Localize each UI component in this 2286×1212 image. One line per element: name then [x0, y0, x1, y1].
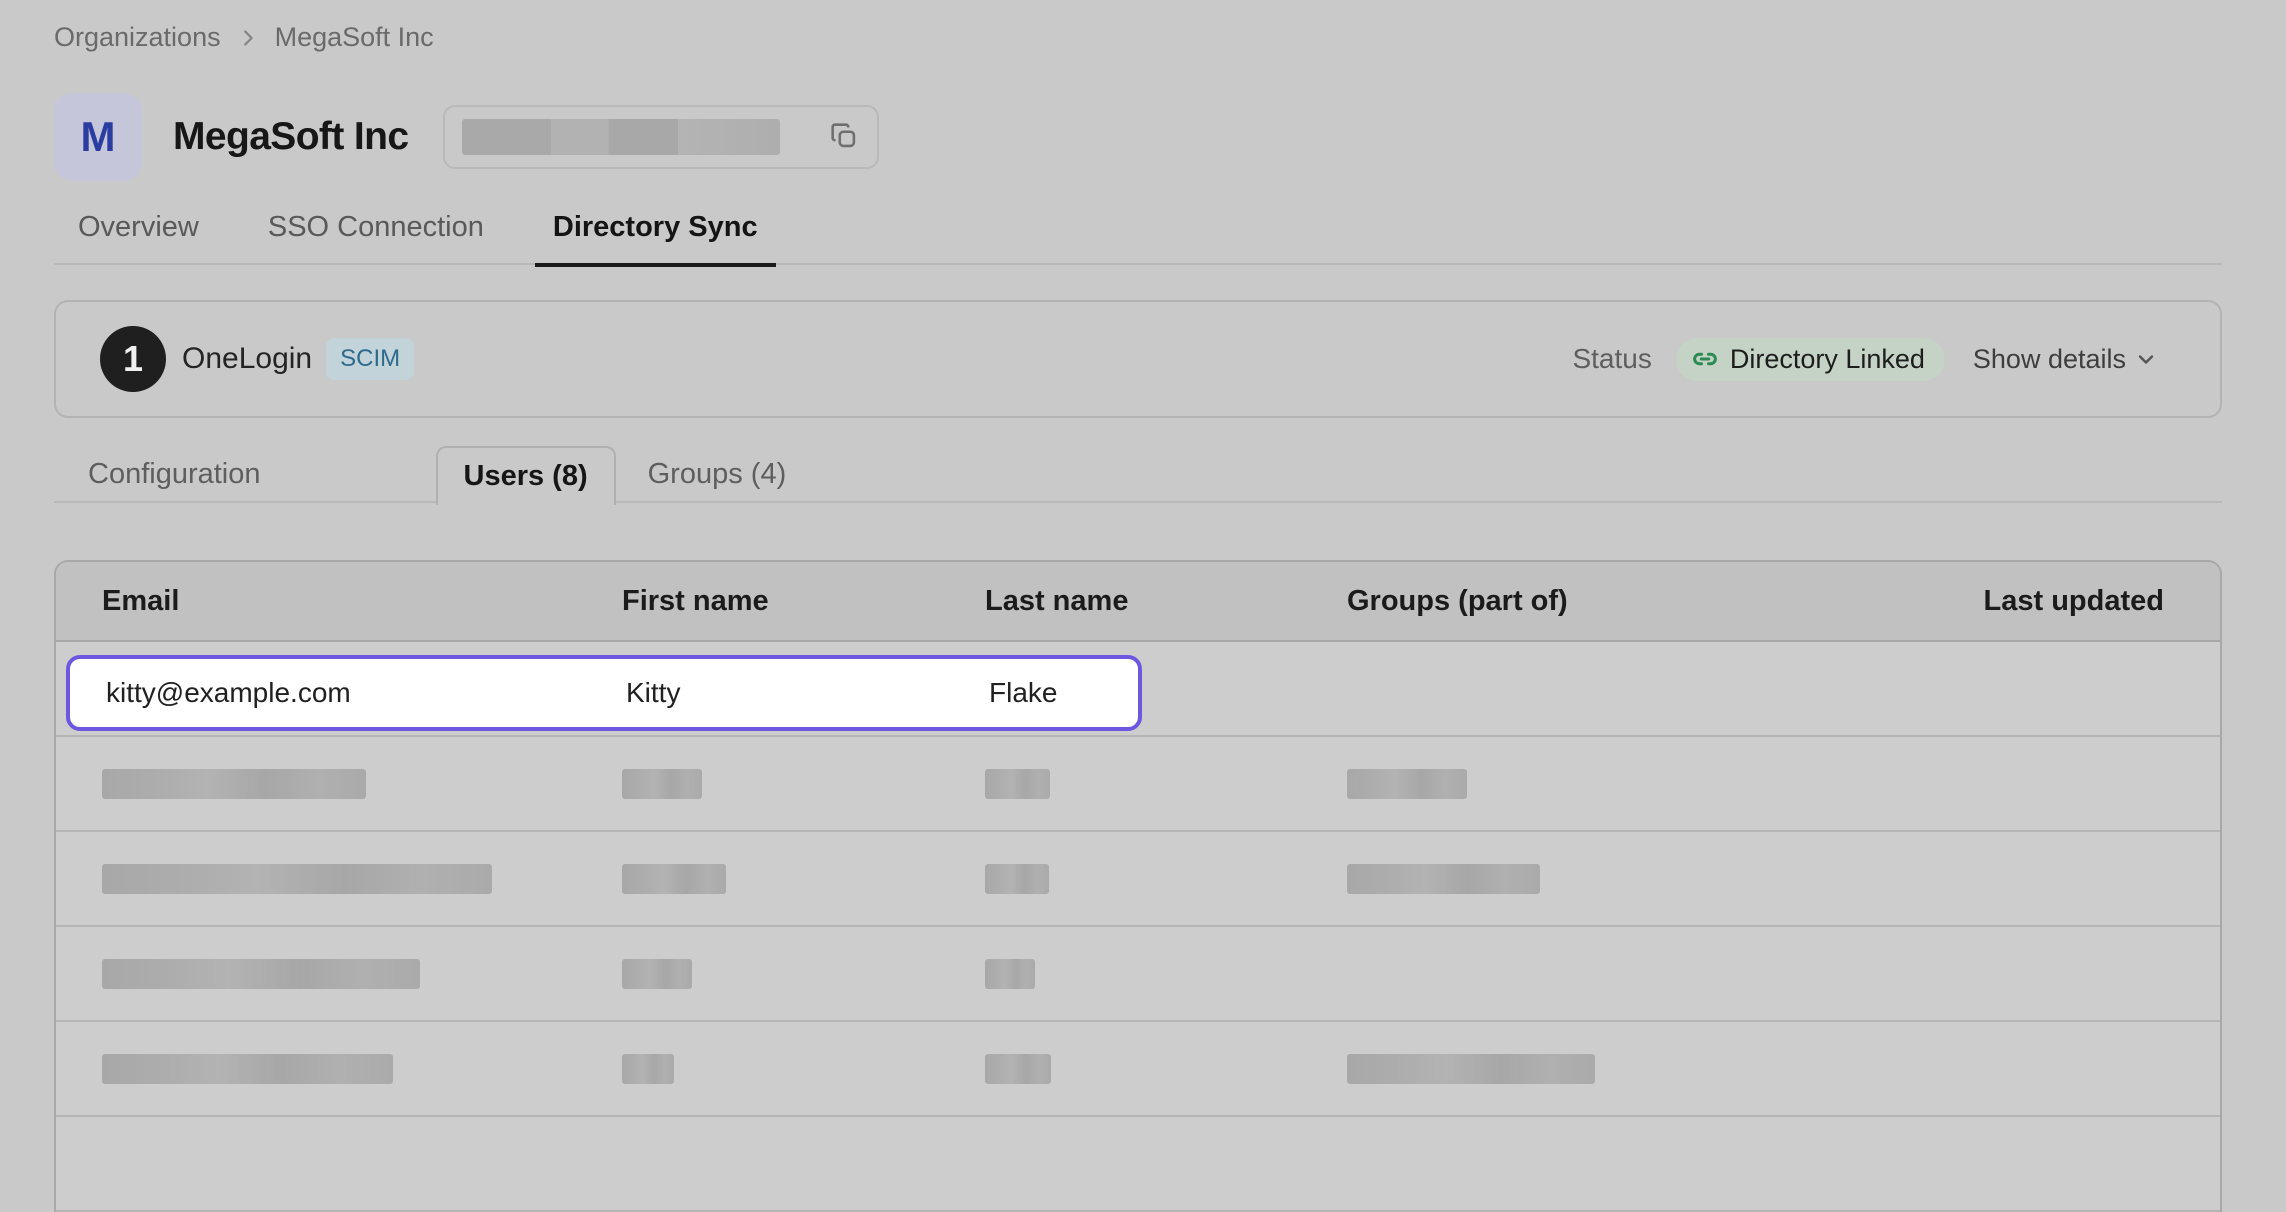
status-badge: Directory Linked: [1676, 338, 1945, 381]
org-header: M MegaSoft Inc: [54, 93, 2222, 181]
user-row-redacted[interactable]: [56, 737, 2220, 832]
chevron-right-icon: [237, 27, 259, 49]
copy-icon: [827, 119, 861, 156]
cell-email: kitty@example.com: [106, 677, 626, 709]
redacted-cell: [1347, 864, 1947, 894]
redacted-bar: [985, 769, 1050, 799]
redacted-cell: [985, 864, 1347, 894]
users-table-header: EmailFirst nameLast nameGroups (part of)…: [56, 562, 2220, 642]
users-table: EmailFirst nameLast nameGroups (part of)…: [54, 560, 2222, 1212]
redacted-cell: [985, 1054, 1347, 1084]
redacted-bar: [985, 864, 1049, 894]
status-value: Directory Linked: [1730, 344, 1925, 375]
redacted-cell: [1347, 1054, 1947, 1084]
redacted-bar: [102, 769, 366, 799]
redacted-bar: [985, 1054, 1051, 1084]
redacted-bar: [1347, 769, 1467, 799]
subtab-users-8[interactable]: Users (8): [436, 446, 616, 505]
onelogin-logo: 1: [100, 326, 166, 392]
tab-sso-connection[interactable]: SSO Connection: [250, 211, 502, 265]
directory-connection-card: 1 OneLogin SCIM Status Directory Linked …: [54, 300, 2222, 418]
column-header-last-name: Last name: [985, 585, 1347, 618]
cell-last-name: Flake: [989, 677, 1138, 709]
show-details-button[interactable]: Show details: [1967, 343, 2164, 376]
org-id-redacted-value: [462, 119, 780, 155]
chevron-down-icon: [2134, 347, 2158, 371]
redacted-bar: [1347, 1054, 1595, 1084]
subtab-groups-4[interactable]: Groups (4): [622, 446, 813, 503]
redacted-bar: [102, 864, 492, 894]
show-details-label: Show details: [1973, 344, 2126, 375]
redacted-bar: [985, 959, 1035, 989]
redacted-bar: [1347, 864, 1540, 894]
cell-first-name: Kitty: [626, 677, 989, 709]
redacted-cell: [622, 1054, 985, 1084]
directory-subtabbar: Configuration Users (8)Groups (4): [54, 446, 2222, 503]
breadcrumb: Organizations MegaSoft Inc: [54, 0, 2222, 53]
redacted-bar: [102, 959, 420, 989]
redacted-bar: [622, 959, 692, 989]
provider-name: OneLogin: [182, 342, 312, 376]
org-avatar: M: [54, 93, 142, 181]
subtab-configuration[interactable]: Configuration: [62, 446, 287, 503]
column-header-groups-part-of: Groups (part of): [1347, 585, 1947, 618]
redacted-bar: [622, 864, 726, 894]
redacted-bar: [622, 1054, 674, 1084]
protocol-badge: SCIM: [326, 338, 414, 380]
redacted-cell: [622, 864, 985, 894]
breadcrumb-current-org: MegaSoft Inc: [275, 22, 434, 53]
user-row-redacted[interactable]: [56, 1117, 2220, 1212]
page-title: MegaSoft Inc: [173, 115, 408, 159]
main-tabs: Overview SSO Connection Directory Sync: [54, 211, 2222, 265]
directory-sync-page: Organizations MegaSoft Inc M MegaSoft In…: [0, 0, 2286, 1212]
connection-provider: 1 OneLogin SCIM: [100, 326, 414, 392]
user-row-redacted[interactable]: [56, 927, 2220, 1022]
redacted-cell: [985, 769, 1347, 799]
column-header-email: Email: [102, 585, 622, 618]
users-table-body: kitty@example.com Kitty Flake: [56, 642, 2220, 1212]
copy-button[interactable]: [827, 119, 861, 156]
redacted-cell: [102, 1054, 622, 1084]
tab-overview[interactable]: Overview: [60, 211, 217, 265]
breadcrumb-organizations[interactable]: Organizations: [54, 22, 221, 53]
redacted-cell: [102, 959, 622, 989]
column-header-last-updated: Last updated: [1947, 585, 2164, 618]
redacted-cell: [102, 864, 622, 894]
column-header-first-name: First name: [622, 585, 985, 618]
user-row-highlighted[interactable]: kitty@example.com Kitty Flake: [56, 642, 2220, 737]
highlight-outline: kitty@example.com Kitty Flake: [66, 655, 1142, 731]
tab-directory-sync[interactable]: Directory Sync: [535, 211, 776, 265]
redacted-cell: [985, 959, 1347, 989]
org-id-pill: [443, 105, 879, 169]
redacted-cell: [622, 959, 985, 989]
user-row-redacted[interactable]: [56, 832, 2220, 927]
redacted-bar: [102, 1054, 393, 1084]
user-row-redacted[interactable]: [56, 1022, 2220, 1117]
link-icon: [1690, 344, 1720, 374]
redacted-bar: [622, 769, 702, 799]
connection-status: Status Directory Linked Show details: [1572, 338, 2164, 381]
org-tabbar: Overview SSO Connection Directory Sync: [54, 211, 2222, 265]
redacted-cell: [1347, 769, 1947, 799]
status-label: Status: [1572, 343, 1651, 375]
sub-tabs: Configuration Users (8)Groups (4): [54, 446, 2222, 503]
redacted-cell: [102, 769, 622, 799]
redacted-cell: [622, 769, 985, 799]
